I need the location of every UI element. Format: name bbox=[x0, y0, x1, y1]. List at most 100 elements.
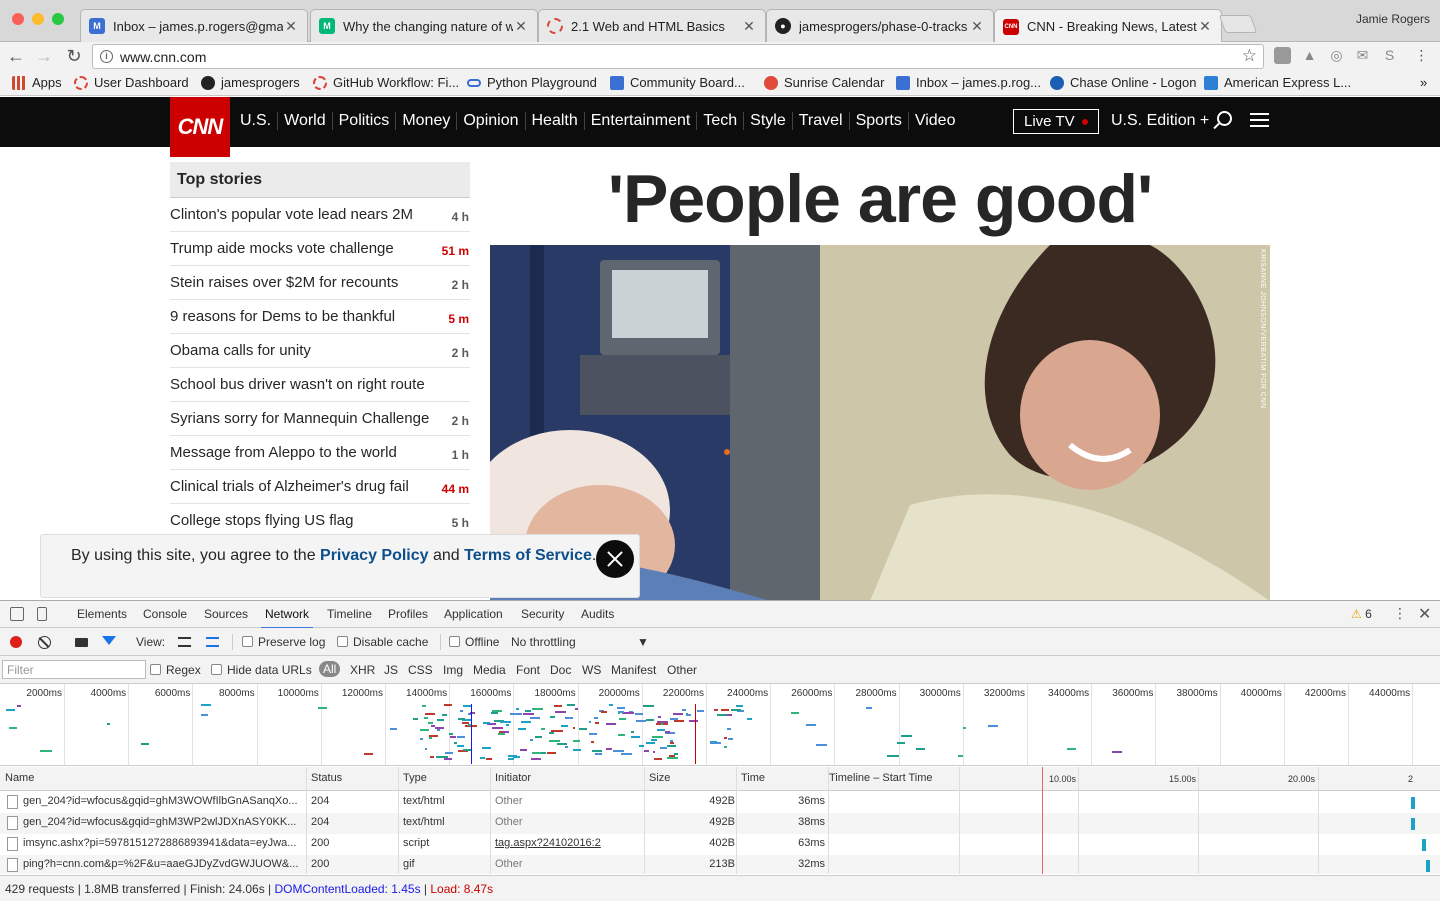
throttling-select[interactable]: No throttling ▼ bbox=[511, 635, 651, 649]
table-row[interactable]: ping?h=cnn.com&p=%2F&u=aaeGJDyZvdGWJUOW&… bbox=[0, 855, 1440, 874]
story-headline[interactable]: Message from Aleppo to the world bbox=[170, 444, 397, 461]
column-header-size[interactable]: Size bbox=[649, 772, 670, 784]
devtools-tab-timeline[interactable]: Timeline bbox=[327, 607, 372, 621]
hide-data-urls-checkbox[interactable]: Hide data URLs bbox=[211, 663, 312, 677]
browser-tab-active[interactable]: CNN CNN - Breaking News, Latest N ✕ bbox=[994, 9, 1222, 43]
zoom-window-button[interactable] bbox=[52, 13, 64, 25]
info-icon[interactable]: i bbox=[100, 50, 113, 63]
terms-of-service-link[interactable]: Terms of Service bbox=[464, 547, 592, 564]
story-headline[interactable]: Obama calls for unity bbox=[170, 342, 311, 359]
story-headline[interactable]: Stein raises over $2M for recounts bbox=[170, 274, 398, 291]
preserve-log-checkbox[interactable]: Preserve log bbox=[242, 635, 325, 649]
close-tab-icon[interactable]: ✕ bbox=[283, 18, 299, 35]
browser-tab[interactable]: M Why the changing nature of work ✕ bbox=[310, 9, 538, 42]
nav-link-health[interactable]: Health bbox=[526, 112, 585, 130]
nav-link-entertainment[interactable]: Entertainment bbox=[585, 112, 698, 130]
story-item[interactable]: Clinton's popular vote lead nears 2M 4 h bbox=[170, 198, 470, 232]
story-item[interactable]: Clinical trials of Alzheimer's drug fail… bbox=[170, 470, 470, 504]
story-headline[interactable]: Clinical trials of Alzheimer's drug fail bbox=[170, 478, 409, 495]
disable-cache-checkbox[interactable]: Disable cache bbox=[337, 635, 428, 649]
browser-tab[interactable]: 2.1 Web and HTML Basics ✕ bbox=[538, 9, 766, 42]
bookmark-item[interactable]: Apps bbox=[12, 75, 62, 90]
clear-icon[interactable] bbox=[38, 636, 51, 649]
bookmarks-overflow-button[interactable]: » bbox=[1420, 75, 1427, 90]
story-headline[interactable]: Syrians sorry for Mannequin Challenge bbox=[170, 410, 429, 427]
cnn-logo[interactable]: CNN bbox=[170, 97, 230, 157]
story-headline[interactable]: College stops flying US flag bbox=[170, 512, 353, 529]
warnings-counter[interactable]: ⚠ 6 bbox=[1351, 607, 1372, 621]
bookmark-item[interactable]: Python Playground bbox=[467, 75, 597, 90]
checkbox[interactable] bbox=[337, 636, 348, 647]
browser-tab[interactable]: ● jamesprogers/phase-0-tracks ✕ bbox=[766, 9, 994, 42]
bookmark-item[interactable]: Community Board... bbox=[610, 75, 745, 90]
edition-selector[interactable]: U.S. Edition + bbox=[1111, 112, 1209, 130]
story-item[interactable]: Trump aide mocks vote challenge 51 m bbox=[170, 232, 470, 266]
bookmark-item[interactable]: User Dashboard bbox=[74, 75, 189, 90]
offline-checkbox[interactable]: Offline bbox=[449, 635, 499, 649]
table-row[interactable]: gen_204?id=wfocus&gqid=ghM3WOWfIlbGnASan… bbox=[0, 792, 1440, 813]
devtools-tab-elements[interactable]: Elements bbox=[77, 607, 127, 621]
privacy-policy-link[interactable]: Privacy Policy bbox=[320, 547, 429, 564]
story-item[interactable]: Obama calls for unity 2 h bbox=[170, 334, 470, 368]
story-headline[interactable]: Clinton's popular vote lead nears 2M bbox=[170, 206, 413, 223]
request-initiator[interactable]: tag.aspx?24102016:2 bbox=[495, 837, 635, 849]
bookmark-item[interactable]: American Express L... bbox=[1204, 75, 1351, 90]
column-header-initiator[interactable]: Initiator bbox=[495, 772, 531, 784]
device-toolbar-icon[interactable] bbox=[37, 607, 47, 621]
nav-link-opinion[interactable]: Opinion bbox=[457, 112, 526, 130]
nav-link-money[interactable]: Money bbox=[396, 112, 458, 130]
regex-checkbox[interactable]: Regex bbox=[150, 663, 201, 677]
devtools-tab-security[interactable]: Security bbox=[521, 607, 564, 621]
nav-link-video[interactable]: Video bbox=[909, 112, 962, 130]
minimize-window-button[interactable] bbox=[32, 13, 44, 25]
checkbox[interactable] bbox=[449, 636, 460, 647]
bookmark-item[interactable]: Sunrise Calendar bbox=[764, 75, 884, 90]
devtools-tab-network[interactable]: Network bbox=[260, 607, 314, 629]
extension-icon[interactable]: ✉ bbox=[1354, 47, 1371, 64]
devtools-menu-icon[interactable]: ⋮ bbox=[1393, 605, 1407, 622]
bookmark-item[interactable]: Chase Online - Logon bbox=[1050, 75, 1196, 90]
type-filter-font[interactable]: Font bbox=[516, 663, 540, 677]
extension-icon[interactable]: ◎ bbox=[1328, 47, 1345, 64]
type-filter-media[interactable]: Media bbox=[473, 663, 506, 677]
table-row[interactable]: imsync.ashx?pi=5978151272886893941&data=… bbox=[0, 834, 1440, 855]
checkbox[interactable] bbox=[211, 664, 222, 675]
story-item[interactable]: School bus driver wasn't on right route bbox=[170, 368, 470, 402]
close-window-button[interactable] bbox=[12, 13, 24, 25]
consent-close-button[interactable] bbox=[596, 540, 634, 578]
back-button[interactable]: ← bbox=[4, 44, 28, 68]
story-item[interactable]: Message from Aleppo to the world 1 h bbox=[170, 436, 470, 470]
filter-icon[interactable] bbox=[102, 636, 116, 645]
type-filter-js[interactable]: JS bbox=[384, 663, 398, 677]
search-icon[interactable] bbox=[1217, 111, 1232, 126]
nav-link-politics[interactable]: Politics bbox=[333, 112, 397, 130]
close-tab-icon[interactable]: ✕ bbox=[1197, 18, 1213, 35]
url-text[interactable]: www.cnn.com bbox=[120, 49, 206, 65]
reload-button[interactable]: ↻ bbox=[62, 44, 86, 68]
devtools-tab-console[interactable]: Console bbox=[143, 607, 187, 621]
bookmark-item[interactable]: jamesprogers bbox=[201, 75, 300, 90]
type-filter-doc[interactable]: Doc bbox=[550, 663, 571, 677]
bookmark-item[interactable]: GitHub Workflow: Fi... bbox=[313, 75, 459, 90]
devtools-tab-sources[interactable]: Sources bbox=[204, 607, 248, 621]
column-header-type[interactable]: Type bbox=[403, 772, 427, 784]
checkbox[interactable] bbox=[242, 636, 253, 647]
column-header-time[interactable]: Time bbox=[741, 772, 765, 784]
nav-link-world[interactable]: World bbox=[278, 112, 333, 130]
drive-icon[interactable]: ▲ bbox=[1301, 47, 1318, 64]
type-filter-css[interactable]: CSS bbox=[408, 663, 433, 677]
close-tab-icon[interactable]: ✕ bbox=[969, 18, 985, 35]
bookmark-star-icon[interactable]: ☆ bbox=[1242, 46, 1257, 66]
main-headline[interactable]: 'People are good' bbox=[490, 160, 1270, 238]
record-icon[interactable] bbox=[10, 636, 22, 648]
nav-link-tech[interactable]: Tech bbox=[697, 112, 745, 130]
filter-input[interactable]: Filter bbox=[2, 660, 146, 679]
story-headline[interactable]: Trump aide mocks vote challenge bbox=[170, 240, 394, 257]
column-header-name[interactable]: Name bbox=[5, 772, 34, 784]
type-filter-all[interactable]: All bbox=[319, 661, 341, 677]
devtools-tab-audits[interactable]: Audits bbox=[581, 607, 614, 621]
table-row[interactable]: gen_204?id=wfocus&gqid=ghM3WP2wlJDXnASY0… bbox=[0, 813, 1440, 834]
address-bar[interactable]: i www.cnn.com ☆ bbox=[92, 44, 1264, 69]
large-rows-icon[interactable] bbox=[178, 637, 191, 647]
profile-name[interactable]: Jamie Rogers bbox=[1356, 12, 1430, 26]
